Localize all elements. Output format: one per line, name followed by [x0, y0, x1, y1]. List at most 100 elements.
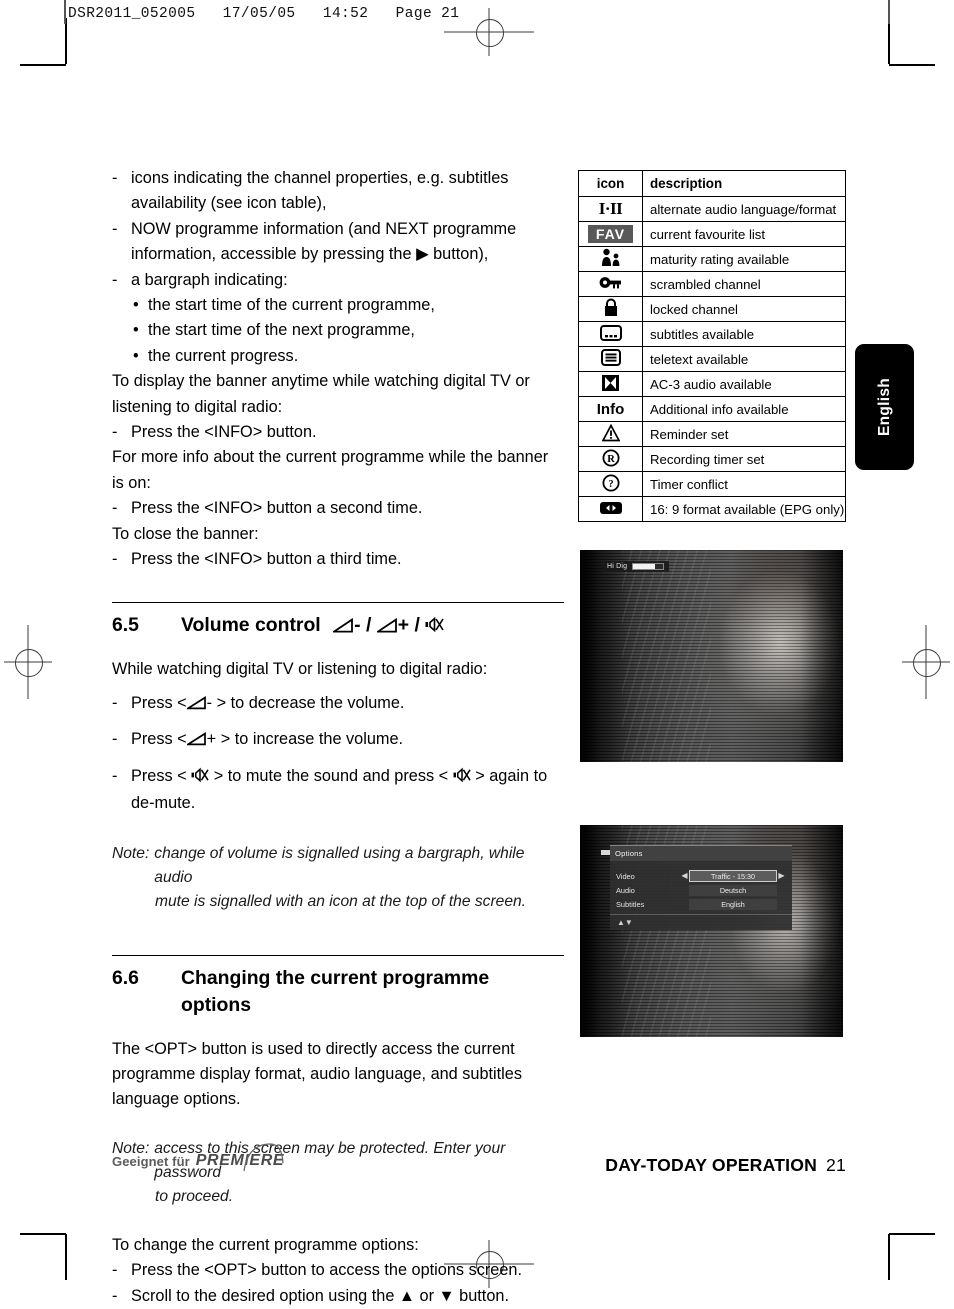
- reminder-icon: [578, 421, 643, 447]
- list-text: icons indicating the channel properties,…: [131, 169, 509, 213]
- crop-mark-br-h: [889, 1233, 935, 1235]
- list-item: - icons indicating the channel propertie…: [112, 166, 564, 217]
- section-title: Changing the current programme options: [181, 965, 564, 1019]
- column-header-icon: icon: [578, 170, 643, 197]
- sub-list-item: • the start time of the current programm…: [112, 293, 564, 318]
- list-text: Press the <INFO> button a third time.: [131, 550, 402, 569]
- options-row-audio[interactable]: Audio Deutsch: [616, 884, 786, 896]
- crop-mark-tr-h: [889, 64, 935, 66]
- volume-down-icon: [184, 693, 207, 718]
- list-text: Scroll to the desired option using the ▲…: [131, 1286, 509, 1305]
- volume-fill: [633, 564, 655, 569]
- options-row-label: Video: [616, 871, 635, 881]
- section-number: 6.5: [112, 613, 139, 636]
- list-text: Press < - > to decrease the volume.: [131, 691, 564, 718]
- list-dash: -: [112, 550, 118, 569]
- sub-list-text: the start time of the next programme,: [148, 321, 415, 340]
- maturity-rating-icon: [578, 246, 643, 272]
- chevron-left-icon[interactable]: ◀: [680, 872, 689, 880]
- paragraph-close-banner: To close the banner:: [112, 524, 259, 543]
- recording-timer-icon: R: [578, 446, 643, 472]
- section-number: 6.6: [112, 966, 139, 989]
- list-text: Press the <OPT> button to access the opt…: [131, 1261, 522, 1280]
- table-row: scrambled channel: [578, 271, 846, 297]
- widescreen-icon: [578, 496, 643, 522]
- registration-mark-left: [4, 625, 52, 699]
- list-dash: -: [112, 730, 118, 749]
- section-title-line2: options: [181, 993, 252, 1016]
- crop-mark-bl-v: [65, 1234, 67, 1280]
- table-row: R Recording timer set: [578, 446, 846, 472]
- page-edge-line-left: [64, 0, 66, 24]
- sub-list-item: • the start time of the next programme,: [112, 318, 564, 343]
- language-side-tab: English: [855, 344, 914, 470]
- list-dash: -: [112, 270, 118, 289]
- mute-icon: [191, 766, 209, 791]
- banner-feature-list: - icons indicating the channel propertie…: [112, 166, 564, 573]
- volume-down-icon: [331, 614, 354, 641]
- screenshot-volume-banner: Hi Dig: [580, 550, 843, 762]
- scrambled-channel-icon: [578, 271, 643, 297]
- mute-icon: [425, 614, 444, 641]
- sub-list-text: the start time of the current programme,: [148, 296, 435, 315]
- options-row-value: English: [689, 898, 777, 910]
- options-row-label: Audio: [616, 885, 635, 895]
- table-row: 16: 9 format available (EPG only): [578, 496, 846, 522]
- table-row: FAV current favourite list: [578, 221, 846, 247]
- note-text-cont: to proceed.: [155, 1187, 234, 1205]
- options-row-video[interactable]: Video ◀ Traffic - 15:30 ▶: [616, 870, 786, 882]
- svg-text:R: R: [607, 454, 615, 465]
- note-options-protected: Note: access to this screen may be prote…: [112, 1137, 564, 1209]
- list-text: Press the <INFO> button a second time.: [131, 499, 423, 518]
- row-description: Timer conflict: [642, 471, 846, 497]
- options-row-value: Deutsch: [689, 884, 777, 896]
- list-text: a bargraph indicating:: [131, 270, 288, 289]
- section-title-line1: Changing the current programme: [181, 966, 490, 989]
- row-description: Reminder set: [642, 421, 846, 447]
- row-description: current favourite list: [642, 221, 846, 247]
- language-side-tab-label: English: [875, 377, 893, 437]
- volume-channel-label: Hi Dig: [607, 563, 628, 570]
- list-dash: -: [112, 766, 118, 785]
- table-row: ? Timer conflict: [578, 471, 846, 497]
- table-row: subtitles available: [578, 321, 846, 347]
- list-dash: -: [112, 219, 118, 238]
- step-text-post: + > to increase the volume.: [206, 730, 404, 749]
- list-item: - Scroll to the desired option using the…: [112, 1284, 564, 1309]
- row-description: Recording timer set: [642, 446, 846, 472]
- list-text: Press < > to mute the sound and press < …: [131, 764, 564, 817]
- list-dash: -: [112, 169, 118, 187]
- table-row: AC-3 audio available: [578, 371, 846, 397]
- favourite-list-icon: FAV: [578, 221, 643, 247]
- chevron-right-icon[interactable]: ▶: [777, 872, 786, 880]
- row-description: alternate audio language/format: [642, 196, 846, 222]
- options-menu-panel: Options Video ◀ Traffic - 15:30 ▶ Audio …: [601, 845, 792, 930]
- paragraph-display-banner: To display the banner anytime while watc…: [112, 372, 530, 416]
- list-dash: -: [112, 693, 118, 712]
- teletext-icon: [578, 346, 643, 372]
- bullet-dot: •: [133, 296, 139, 315]
- table-row: locked channel: [578, 296, 846, 322]
- options-row-subtitles[interactable]: Subtitles English: [616, 898, 786, 910]
- step-text-pre: Press <: [131, 730, 187, 749]
- premiere-logo: Geeignet für PREMIERE: [112, 1143, 284, 1172]
- row-description: maturity rating available: [642, 246, 846, 272]
- scroll-arrows-icon: ▲▼: [617, 918, 633, 927]
- step-text-post: - > to decrease the volume.: [206, 693, 405, 712]
- ac3-audio-icon: [578, 371, 643, 397]
- options-menu-footer: ▲▼: [610, 914, 792, 930]
- list-item: - NOW programme information (and NEXT pr…: [112, 217, 564, 268]
- mute-icon: [453, 766, 471, 791]
- note-text-cont: mute is signalled with an icon at the to…: [155, 892, 526, 910]
- screenshot-options-menu: Options Video ◀ Traffic - 15:30 ▶ Audio …: [580, 825, 843, 1037]
- options-menu-title: Options: [615, 849, 643, 858]
- footer-right: DAY-TODAY OPERATION 21: [605, 1155, 846, 1176]
- note-text: change of volume is signalled using a ba…: [154, 844, 525, 886]
- column-header-description: description: [642, 170, 846, 197]
- sub-list-item: • the current progress.: [112, 344, 564, 369]
- step-text-pre: Press <: [131, 766, 187, 785]
- table-row: teletext available: [578, 346, 846, 372]
- list-item: - a bargraph indicating:: [112, 268, 564, 293]
- volume-track: [632, 563, 665, 570]
- favourite-list-icon-text: FAV: [587, 225, 634, 243]
